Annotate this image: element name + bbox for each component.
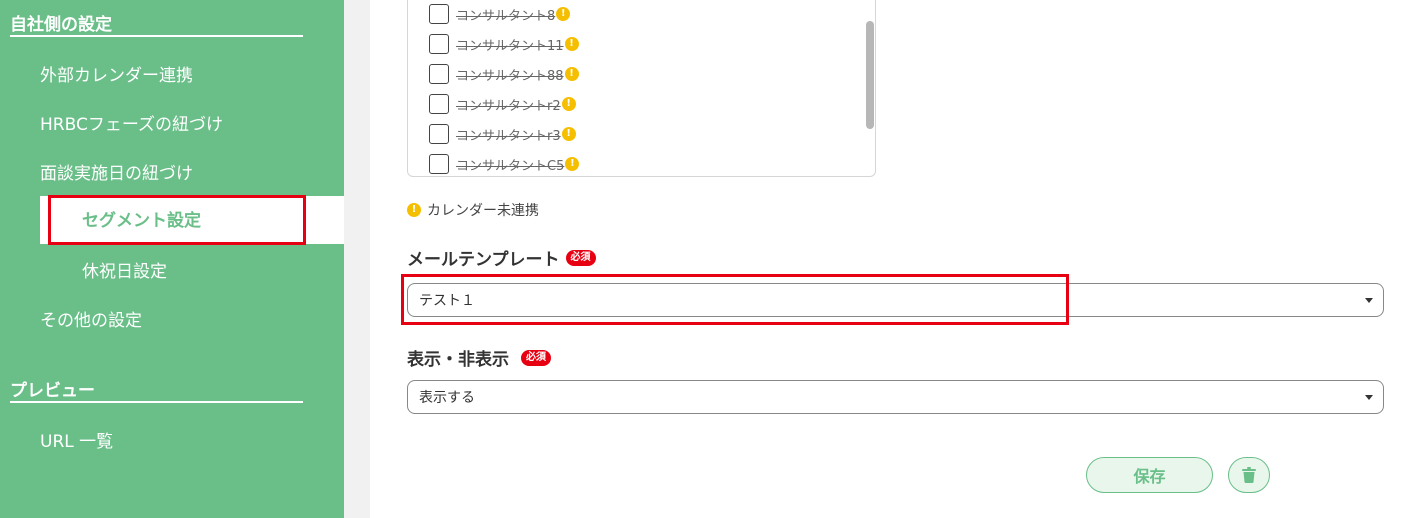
required-badge: 必須 [521, 349, 551, 366]
sidebar-item-holiday-settings[interactable]: 休祝日設定 [82, 257, 167, 282]
mail-template-value: テスト１ [419, 293, 475, 309]
warning-icon: ! [561, 97, 576, 111]
checkbox[interactable] [429, 94, 449, 114]
sidebar-item-segment-settings[interactable]: セグメント設定 [82, 206, 201, 231]
visibility-value: 表示する [419, 390, 475, 406]
mail-template-select[interactable]: テスト１ [407, 283, 1384, 317]
consultant-name: コンサルタントC5 [456, 158, 565, 174]
required-badge: 必須 [565, 249, 596, 266]
sidebar-item-interview-date[interactable]: 面談実施日の紐づけ [40, 159, 193, 184]
warning-icon: ! [564, 67, 579, 81]
delete-button[interactable] [1228, 457, 1270, 493]
visibility-label-text: 表示・非表示 [407, 350, 509, 370]
checkbox[interactable] [429, 154, 449, 174]
list-item[interactable]: コンサルタントC5 ! [429, 153, 580, 175]
main-content: コンサルタント8 ! コンサルタント11 ! コンサルタント88 ! コンサルタ… [370, 0, 1412, 518]
sidebar-item-calendar-integration[interactable]: 外部カレンダー連携 [40, 61, 193, 86]
chevron-down-icon [1365, 298, 1373, 303]
visibility-label: 表示・非表示 必須 [407, 345, 551, 370]
sidebar-item-url-list[interactable]: URL 一覧 [40, 427, 113, 452]
checkbox[interactable] [429, 34, 449, 54]
sidebar-item-other-settings[interactable]: その他の設定 [40, 306, 142, 331]
checkbox[interactable] [429, 124, 449, 144]
consultant-name: コンサルタント11 [456, 38, 564, 54]
consultant-name: コンサルタント8 [456, 8, 556, 24]
list-item[interactable]: コンサルタントr3 ! [429, 123, 576, 145]
consultant-name: コンサルタントr3 [456, 128, 561, 144]
trash-icon [1242, 467, 1256, 483]
section-divider [10, 401, 303, 403]
checkbox[interactable] [429, 4, 449, 24]
company-settings-title: 自社側の設定 [10, 15, 112, 35]
list-scrollbar[interactable] [866, 21, 874, 129]
list-item[interactable]: コンサルタント8 ! [429, 3, 571, 25]
mail-template-label: メールテンプレート 必須 [407, 245, 596, 270]
chevron-down-icon [1365, 395, 1373, 400]
list-item[interactable]: コンサルタントr2 ! [429, 93, 576, 115]
save-button[interactable]: 保存 [1086, 457, 1213, 493]
warning-icon: ! [561, 127, 576, 141]
consultant-list[interactable]: コンサルタント8 ! コンサルタント11 ! コンサルタント88 ! コンサルタ… [407, 0, 876, 177]
consultant-name: コンサルタント88 [456, 68, 564, 84]
sidebar-item-hrbc-phase[interactable]: HRBCフェーズの紐づけ [40, 110, 223, 135]
legend-text: カレンダー未連携 [427, 203, 539, 219]
warning-icon: ! [407, 203, 421, 217]
content-gutter [344, 0, 370, 518]
list-item[interactable]: コンサルタント88 ! [429, 63, 579, 85]
visibility-select[interactable]: 表示する [407, 380, 1384, 414]
checkbox[interactable] [429, 64, 449, 84]
warning-icon: ! [556, 7, 571, 21]
consultant-name: コンサルタントr2 [456, 98, 561, 114]
section-divider [10, 35, 303, 37]
list-item[interactable]: コンサルタント11 ! [429, 33, 579, 55]
warning-icon: ! [565, 157, 580, 171]
app-root: 自社側の設定 外部カレンダー連携 HRBCフェーズの紐づけ 面談実施日の紐づけ … [0, 0, 1412, 518]
calendar-legend: ! カレンダー未連携 [407, 200, 539, 220]
preview-section-title: プレビュー [10, 381, 95, 401]
sidebar: 自社側の設定 外部カレンダー連携 HRBCフェーズの紐づけ 面談実施日の紐づけ … [0, 0, 344, 518]
warning-icon: ! [564, 37, 579, 51]
mail-template-label-text: メールテンプレート [407, 250, 560, 270]
